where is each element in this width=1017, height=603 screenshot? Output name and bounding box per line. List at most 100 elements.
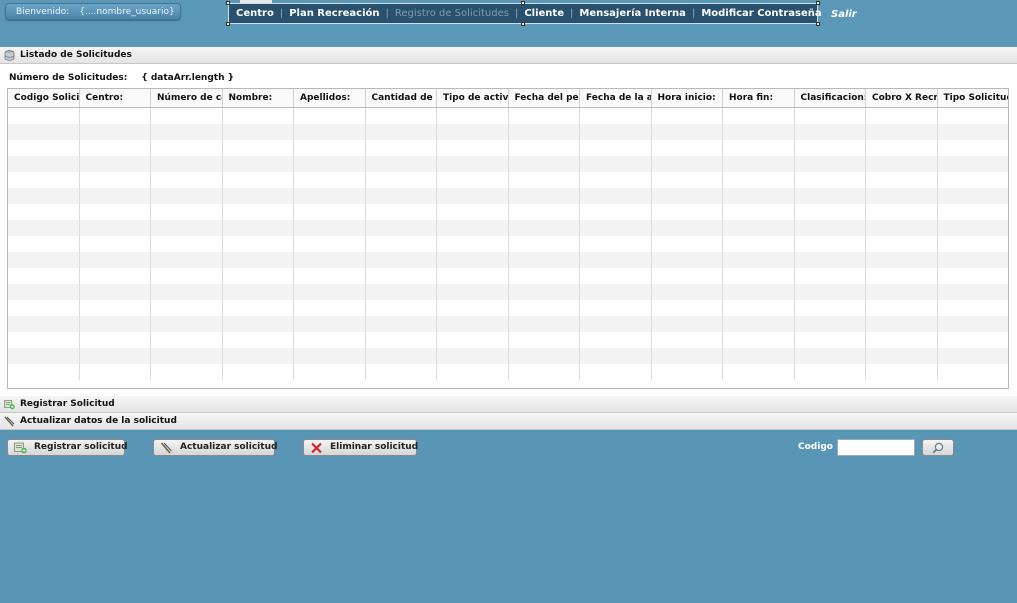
solicitudes-grid[interactable]: Codigo Solicitud:Centro:Número de cargo:…: [7, 88, 1009, 389]
table-row[interactable]: [8, 140, 1008, 156]
codigo-input[interactable]: [837, 439, 915, 456]
table-cell: [795, 140, 866, 156]
table-cell: [80, 252, 151, 268]
column-header[interactable]: Tipo Solicitud:: [938, 89, 1009, 107]
table-cell: [509, 156, 580, 172]
column-header[interactable]: Centro:: [80, 89, 151, 107]
table-cell: [509, 172, 580, 188]
table-cell: [80, 268, 151, 284]
table-row[interactable]: [8, 332, 1008, 348]
table-cell: [938, 124, 1009, 140]
table-row[interactable]: [8, 172, 1008, 188]
table-row[interactable]: [8, 204, 1008, 220]
table-cell: [8, 220, 80, 236]
table-cell: [866, 172, 938, 188]
table-cell: [80, 236, 151, 252]
table-cell: [366, 300, 437, 316]
table-cell: [938, 316, 1009, 332]
table-cell: [866, 316, 938, 332]
actualizar-button[interactable]: Actualizar solicitud: [153, 439, 277, 456]
main-nav: Centro | Plan Recreación | Registro de Sol…: [226, 1, 822, 26]
column-header[interactable]: Número de cargo:: [151, 89, 223, 107]
column-header[interactable]: Tipo de actividad:: [437, 89, 509, 107]
column-header[interactable]: Fecha del pedido:: [509, 89, 580, 107]
column-header[interactable]: Hora fin:: [723, 89, 795, 107]
table-cell: [366, 172, 437, 188]
table-cell: [223, 252, 294, 268]
table-cell: [8, 156, 80, 172]
table-row[interactable]: [8, 108, 1008, 124]
listado-header[interactable]: Listado de Solicitudes: [0, 47, 1017, 64]
table-row[interactable]: [8, 236, 1008, 252]
eliminar-button[interactable]: Eliminar solicitud: [303, 439, 418, 456]
table-cell: [8, 172, 80, 188]
welcome-label: Bienvenido:: [16, 7, 70, 17]
table-cell: [223, 188, 294, 204]
nav-plan-recreacion[interactable]: Plan Recreación: [289, 8, 379, 19]
table-row[interactable]: [8, 364, 1008, 380]
column-header[interactable]: Cobro X Recreacion:: [866, 89, 938, 107]
table-cell: [509, 188, 580, 204]
table-cell: [223, 172, 294, 188]
table-cell: [437, 268, 509, 284]
table-cell: [8, 236, 80, 252]
column-header[interactable]: Clasificacion:: [795, 89, 866, 107]
nav-cliente[interactable]: Cliente: [524, 8, 564, 19]
column-header[interactable]: Codigo Solicitud:: [8, 89, 80, 107]
main-panel: Listado de Solicitudes Número de Solicit…: [0, 47, 1017, 430]
nav-modificar-contrasena[interactable]: Modificar Contraseña: [701, 8, 821, 19]
logout-link[interactable]: Salir: [831, 9, 857, 20]
table-cell: [509, 108, 580, 124]
registrar-button[interactable]: Registrar solicitud: [7, 439, 128, 456]
nav-mensajeria-interna[interactable]: Mensajería Interna: [579, 8, 686, 19]
table-row[interactable]: [8, 220, 1008, 236]
table-cell: [795, 172, 866, 188]
table-cell: [795, 108, 866, 124]
table-row[interactable]: [8, 188, 1008, 204]
table-cell: [580, 108, 652, 124]
table-cell: [723, 140, 795, 156]
table-cell: [8, 316, 80, 332]
table-row[interactable]: [8, 268, 1008, 284]
table-cell: [652, 316, 723, 332]
table-cell: [294, 284, 366, 300]
table-cell: [8, 364, 80, 380]
registrar-section-header[interactable]: Registrar Solicitud: [0, 396, 1017, 413]
table-cell: [151, 156, 223, 172]
table-cell: [437, 220, 509, 236]
search-button[interactable]: [922, 439, 954, 456]
count-row: Número de Solicitudes: { dataArr.length }: [9, 73, 234, 83]
table-cell: [723, 204, 795, 220]
table-cell: [652, 284, 723, 300]
table-cell: [866, 204, 938, 220]
table-cell: [938, 140, 1009, 156]
column-header[interactable]: Nombre:: [223, 89, 294, 107]
table-cell: [580, 172, 652, 188]
column-header[interactable]: Cantidad de personas:: [366, 89, 437, 107]
table-cell: [223, 348, 294, 364]
table-cell: [866, 124, 938, 140]
table-row[interactable]: [8, 284, 1008, 300]
table-row[interactable]: [8, 348, 1008, 364]
table-row[interactable]: [8, 300, 1008, 316]
table-cell: [580, 316, 652, 332]
table-cell: [866, 300, 938, 316]
table-cell: [723, 316, 795, 332]
table-cell: [866, 364, 938, 380]
table-cell: [8, 188, 80, 204]
nav-registro-solicitudes: Registro de Solicitudes: [394, 8, 509, 19]
nav-centro[interactable]: Centro: [236, 8, 274, 19]
table-row[interactable]: [8, 252, 1008, 268]
table-row[interactable]: [8, 316, 1008, 332]
table-row[interactable]: [8, 156, 1008, 172]
actualizar-section-header[interactable]: Actualizar datos de la solicitud: [0, 413, 1017, 430]
column-header[interactable]: Fecha de la actividad:: [580, 89, 652, 107]
table-cell: [8, 332, 80, 348]
column-header[interactable]: Hora inicio:: [652, 89, 723, 107]
table-row[interactable]: [8, 124, 1008, 140]
column-header[interactable]: Apellidos:: [294, 89, 366, 107]
table-cell: [652, 204, 723, 220]
table-cell: [509, 220, 580, 236]
table-cell: [580, 140, 652, 156]
table-cell: [151, 268, 223, 284]
